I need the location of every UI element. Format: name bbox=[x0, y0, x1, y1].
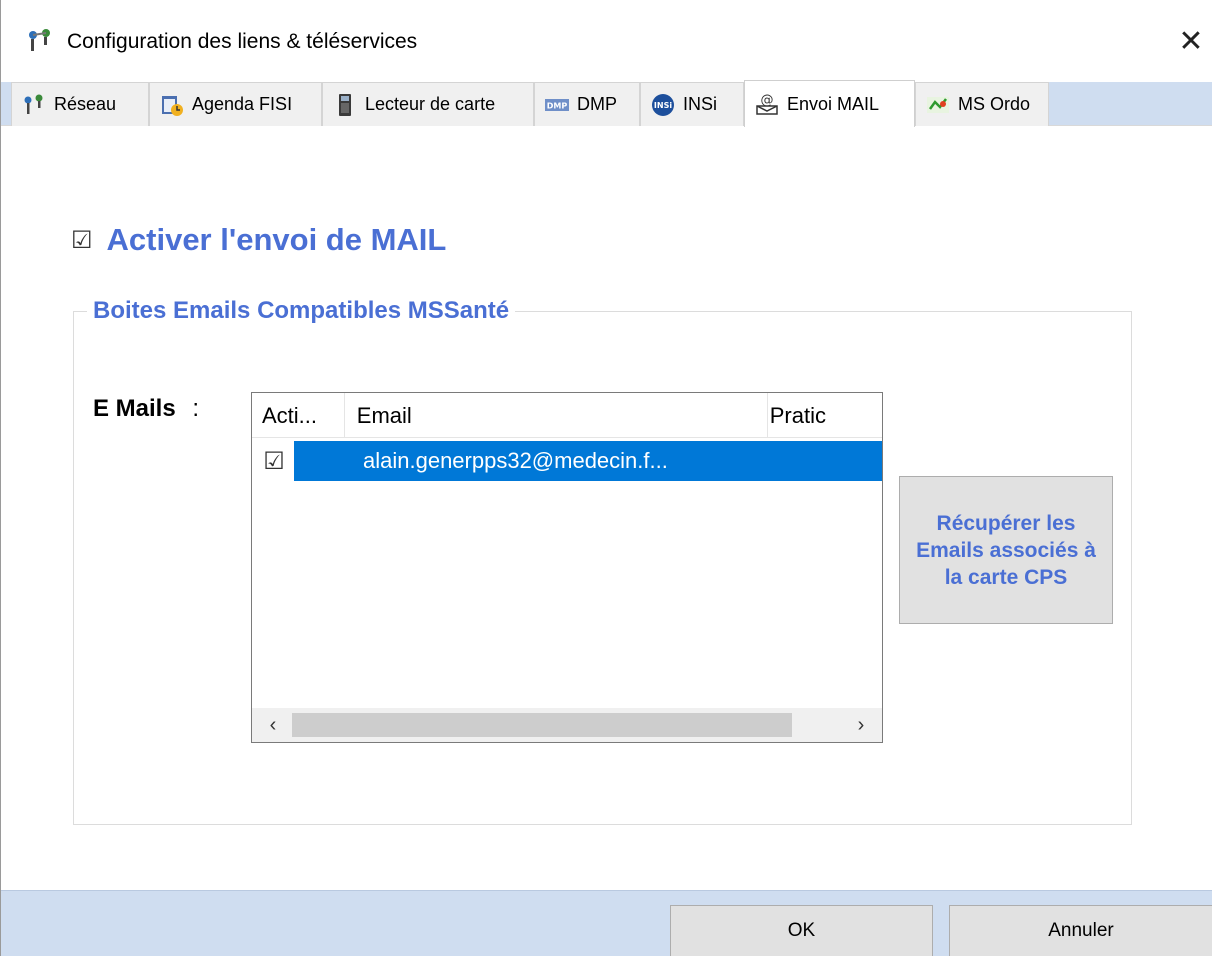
table-row[interactable]: ☑ alain.generpps32@medecin.f... bbox=[252, 441, 882, 481]
tab-dmp[interactable]: DMP DMP bbox=[534, 82, 640, 126]
tab-agenda-fisi[interactable]: Agenda FISI bbox=[149, 82, 322, 126]
checkbox-checked-icon[interactable]: ☑ bbox=[71, 226, 93, 255]
scroll-right-icon[interactable]: › bbox=[846, 708, 876, 742]
svg-text:DMP: DMP bbox=[547, 101, 568, 110]
close-button[interactable]: ✕ bbox=[1171, 22, 1211, 62]
scroll-left-icon[interactable]: ‹ bbox=[258, 708, 288, 742]
scrollbar-thumb[interactable] bbox=[292, 713, 792, 737]
horizontal-scrollbar[interactable]: ‹ › bbox=[252, 708, 882, 742]
column-header-praticien[interactable]: Pratic bbox=[768, 393, 882, 438]
tab-lecteur-carte[interactable]: Lecteur de carte bbox=[322, 82, 534, 126]
network-app-icon bbox=[25, 26, 55, 56]
window-title: Configuration des liens & téléservices bbox=[67, 30, 418, 53]
agenda-icon bbox=[160, 93, 184, 117]
emails-label-colon: : bbox=[192, 395, 200, 422]
row-active-checkbox[interactable]: ☑ bbox=[254, 441, 294, 481]
activate-mail-checkbox[interactable]: ☑ Activer l'envoi de MAIL bbox=[71, 222, 446, 258]
tab-reseau[interactable]: Réseau bbox=[11, 82, 149, 126]
listview-header: Acti... Email Pratic bbox=[252, 393, 882, 438]
footer-bar: OK Annuler bbox=[1, 890, 1212, 956]
emails-listview[interactable]: Acti... Email Pratic ☑ alain.generpps32@… bbox=[251, 392, 883, 743]
tab-envoi-mail[interactable]: @ Envoi MAIL bbox=[744, 80, 915, 127]
row-email[interactable]: alain.generpps32@medecin.f... bbox=[294, 441, 882, 481]
ok-button[interactable]: OK bbox=[670, 905, 933, 956]
tab-agenda-fisi-label: Agenda FISI bbox=[192, 94, 293, 114]
cancel-button[interactable]: Annuler bbox=[949, 905, 1212, 956]
column-header-email[interactable]: Email bbox=[345, 393, 768, 438]
tab-ms-ordo[interactable]: MS Ordo bbox=[915, 82, 1049, 126]
mail-icon: @ bbox=[755, 92, 779, 116]
tab-insi-label: INSi bbox=[683, 94, 718, 114]
tab-ms-ordo-label: MS Ordo bbox=[958, 94, 1031, 114]
tab-lecteur-carte-label: Lecteur de carte bbox=[365, 94, 496, 114]
tab-envoi-mail-label: Envoi MAIL bbox=[787, 93, 880, 114]
tab-dmp-label: DMP bbox=[577, 94, 617, 114]
config-window: Configuration des liens & téléservices ✕… bbox=[0, 0, 1212, 956]
recuperer-emails-button[interactable]: Récupérer les Emails associés à la carte… bbox=[899, 476, 1113, 624]
column-header-active[interactable]: Acti... bbox=[252, 393, 345, 438]
card-reader-icon bbox=[333, 93, 357, 117]
tab-reseau-label: Réseau bbox=[54, 94, 117, 114]
tab-insi[interactable]: INSi INSi bbox=[640, 82, 744, 126]
activate-mail-label: Activer l'envoi de MAIL bbox=[106, 222, 447, 257]
group-title: Boites Emails Compatibles MSSanté bbox=[87, 297, 516, 325]
emails-label-text: E Mails bbox=[93, 395, 176, 422]
ms-ordo-icon bbox=[926, 93, 950, 117]
dmp-icon: DMP bbox=[545, 93, 569, 117]
emails-label: E Mails : bbox=[93, 395, 199, 423]
svg-text:INSi: INSi bbox=[654, 101, 672, 110]
envoi-mail-panel: ☑ Activer l'envoi de MAIL Boites Emails … bbox=[1, 127, 1212, 890]
insi-icon: INSi bbox=[651, 93, 675, 117]
tab-strip: Réseau Agenda FISI Lecteur de carte DMP … bbox=[1, 80, 1212, 127]
title-bar: Configuration des liens & téléservices ✕ bbox=[1, 0, 1212, 82]
network-icon bbox=[22, 93, 46, 117]
